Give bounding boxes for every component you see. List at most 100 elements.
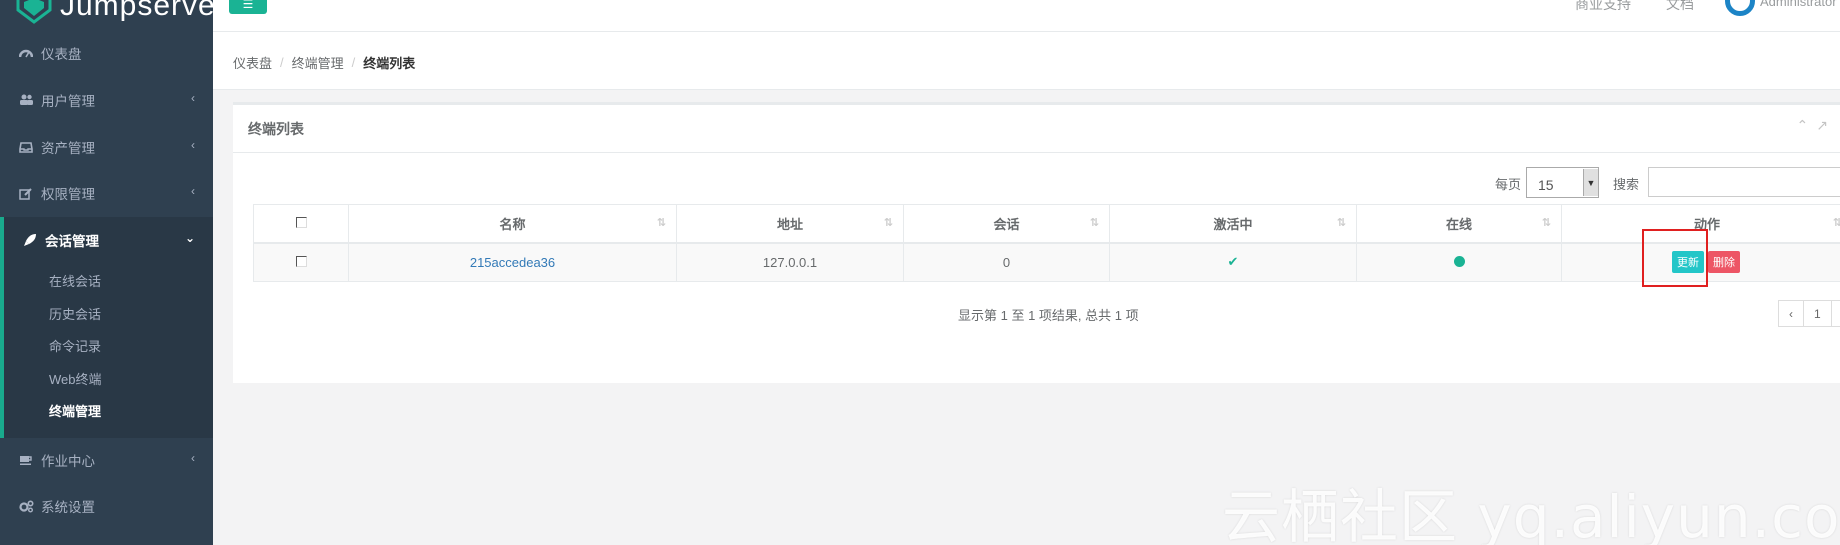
terminal-table: 名称 ⇅ 地址 ⇅ 会话 ⇅ 激活中 ⇅ 在线 ⇅ 动作 ⇅ 215accede… [253,204,1840,282]
breadcrumb-terminal-management[interactable]: 终端管理 [292,53,344,72]
per-page-label: 每页 [1495,177,1522,192]
pager-page-1[interactable]: 1 [1803,300,1832,327]
wrench-icon[interactable]: ↗ [1816,117,1836,133]
row-checkbox[interactable] [295,255,307,267]
users-icon [18,93,34,107]
sidebar-subitem-web-terminal[interactable]: Web终端 [49,369,102,388]
menu-toggle-button[interactable]: ☰ [229,0,267,14]
sidebar-item-label: 系统设置 [41,500,95,515]
terminal-name-link[interactable]: 215accedea36 [470,255,555,270]
sidebar-item-settings[interactable]: 系统设置 [0,483,213,529]
column-header-sessions[interactable]: 会话 ⇅ [903,204,1110,244]
jumpserver-logo-icon [16,0,52,24]
sidebar-item-label: 作业中心 [41,454,95,469]
sidebar-item-permissions[interactable]: 权限管理 ‹ [0,170,213,216]
search-input[interactable] [1648,167,1840,197]
chevron-left-icon: ‹ [191,184,195,198]
sort-icon: ⇅ [656,217,666,229]
sidebar-subitem-command-records[interactable]: 命令记录 [49,336,101,355]
sidebar-item-label: 用户管理 [41,94,95,109]
search-label: 搜索 [1613,177,1640,192]
sidebar-item-label: 资产管理 [41,141,95,156]
watermark: 云栖社区 yq.aliyun.com [1222,483,1840,545]
per-page-value: 15 [1538,176,1554,193]
column-header-label: 名称 [499,216,526,232]
panel-header: 终端列表 ⌃↗ [233,105,1840,153]
sort-icon: ⇅ [1336,217,1346,229]
breadcrumb-separator: / [280,55,284,70]
coffee-icon [18,453,34,467]
avatar[interactable] [1725,0,1755,16]
edit-icon [18,186,34,200]
chevron-left-icon: ‹ [191,138,195,152]
sidebar: Jumpserver 仪表盘 用户管理 ‹ 资产管理 ‹ 权限管理 ‹ 会话管理 [0,0,226,545]
collapse-icon[interactable]: ⌃ [1797,117,1817,133]
column-header-active[interactable]: 激活中 ⇅ [1109,204,1357,244]
column-header-label: 地址 [776,216,803,232]
gears-icon [18,499,34,513]
chevron-down-icon: ⌄ [184,231,195,245]
docs-link[interactable]: 文档 [1666,0,1694,14]
sort-icon: ⇅ [1089,217,1099,229]
online-status-dot-icon [1453,255,1465,267]
inbox-icon [18,140,34,154]
hamburger-icon: ☰ [242,0,254,11]
dashboard-icon [18,46,34,60]
page-heading: 仪表盘 / 终端管理 / 终端列表 [213,32,1840,90]
chevron-left-icon: ‹ [191,91,195,105]
user-menu[interactable]: Administrator [1760,0,1837,9]
select-all-checkbox[interactable] [295,216,307,228]
app-name: Jumpserver [60,0,227,22]
annotation-highlight-box [1642,229,1708,287]
sort-icon: ⇅ [883,217,893,229]
column-header-name[interactable]: 名称 ⇅ [348,204,677,244]
active-cell: ✔ [1109,242,1357,282]
sidebar-subitem-history-sessions[interactable]: 历史会话 [49,304,101,323]
table-header-row: 名称 ⇅ 地址 ⇅ 会话 ⇅ 激活中 ⇅ 在线 ⇅ 动作 ⇅ [253,204,1840,244]
online-cell [1356,242,1562,282]
column-header-label: 在线 [1445,216,1472,232]
column-header-label: 会话 [993,216,1020,232]
sort-icon: ⇅ [1832,217,1840,229]
row-select-cell [253,242,349,282]
sidebar-item-jobs[interactable]: 作业中心 ‹ [0,437,213,483]
rocket-icon [22,233,38,247]
table-row: 215accedea36 127.0.0.1 0 ✔ 更新 删除 [253,242,1840,282]
chevron-left-icon: ‹ [191,451,195,465]
pager-next-button[interactable] [1830,300,1840,327]
column-header-address[interactable]: 地址 ⇅ [676,204,904,244]
terminal-list-panel: 终端列表 ⌃↗ 每页 15 ▼ 搜索 名称 ⇅ 地址 ⇅ 会话 ⇅ 激活中 ⇅ … [233,102,1840,383]
column-header-label: 激活中 [1213,216,1253,232]
check-icon: ✔ [1227,254,1239,270]
name-cell: 215accedea36 [348,242,677,282]
dropdown-arrow-icon: ▼ [1583,169,1598,196]
sessions-cell: 0 [903,242,1110,282]
sidebar-item-label: 仪表盘 [41,47,82,62]
address-cell: 127.0.0.1 [676,242,904,282]
sort-icon: ⇅ [1541,217,1551,229]
sidebar-item-users[interactable]: 用户管理 ‹ [0,77,213,123]
top-navbar: ☰ 商业支持 文档 Administrator [213,0,1840,32]
sidebar-subitem-online-sessions[interactable]: 在线会话 [49,271,101,290]
table-info: 显示第 1 至 1 项结果, 总共 1 项 [958,308,1139,323]
delete-button[interactable]: 删除 [1708,251,1740,274]
logo[interactable]: Jumpserver [14,0,227,26]
breadcrumb-dashboard[interactable]: 仪表盘 [233,53,272,72]
sidebar-subitem-terminal-management[interactable]: 终端管理 [49,401,101,420]
sidebar-item-sessions[interactable]: 会话管理 ⌄ [0,217,213,263]
column-header-online[interactable]: 在线 ⇅ [1356,204,1562,244]
panel-tools: ⌃↗ [1797,117,1836,134]
per-page-select[interactable]: 15 ▼ [1526,167,1599,198]
pager-prev-button[interactable]: ‹ [1778,300,1804,327]
panel-title: 终端列表 [248,121,304,137]
sidebar-item-label: 权限管理 [41,187,95,202]
sidebar-item-dashboard[interactable]: 仪表盘 [0,30,213,76]
sidebar-item-assets[interactable]: 资产管理 ‹ [0,124,213,170]
sidebar-item-label: 会话管理 [45,234,99,249]
breadcrumb-current: 终端列表 [363,56,416,71]
commercial-support-link[interactable]: 商业支持 [1575,0,1631,14]
breadcrumb-separator: / [351,55,356,70]
select-all-header [253,204,349,244]
pagination: ‹ 1 [1778,300,1840,327]
breadcrumb: 仪表盘 / 终端管理 / 终端列表 [233,53,415,72]
